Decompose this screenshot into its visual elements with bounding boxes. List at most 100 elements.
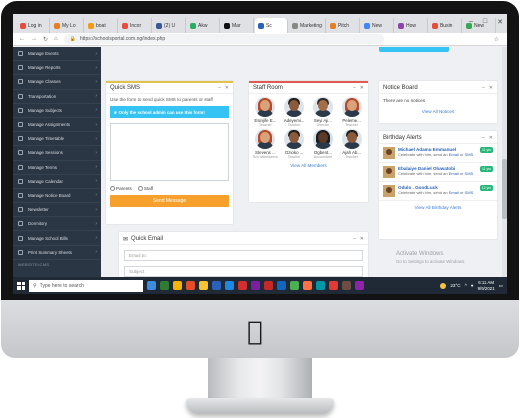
scrolled-button[interactable] <box>379 47 449 52</box>
browser-tab[interactable]: New <box>361 18 394 33</box>
staff-member[interactable]: Esinjife E... Teacher <box>251 97 280 127</box>
close-icon[interactable]: ✕ <box>360 85 364 91</box>
sidebar-item[interactable]: Manage Timetable › <box>13 132 101 147</box>
sidebar-item[interactable]: Manage Calendar › <box>13 175 101 189</box>
browser-tab[interactable]: Busin <box>429 18 462 33</box>
close-icon[interactable]: ✕ <box>225 85 229 91</box>
sidebar-item[interactable]: Manage Notice Board › <box>13 189 101 204</box>
browser-tab[interactable]: Log in <box>17 18 50 33</box>
browser-tab[interactable]: Mar <box>221 18 254 33</box>
sidebar-item[interactable]: Manage Reports › <box>13 61 101 76</box>
staff-member[interactable]: Stevens ... Sch Attendance <box>251 129 280 159</box>
address-bar[interactable]: 🔒 https://schoolsportal.com.ng/index.php <box>63 34 384 44</box>
subject-input[interactable]: Subject <box>124 266 363 277</box>
sidebar-item[interactable]: Manage Terms › <box>13 161 101 175</box>
view-all-members-link[interactable]: View All Members <box>249 163 368 168</box>
home-icon[interactable]: ⌂ <box>54 36 58 42</box>
notification-icon[interactable]: ▭ <box>499 283 503 289</box>
sidebar-item[interactable]: Transportation › <box>13 90 101 104</box>
browser-tab[interactable]: (2) U <box>153 18 186 33</box>
browser-tab[interactable]: My Lo <box>51 18 84 33</box>
taskbar-app-icon[interactable] <box>199 281 208 290</box>
collapse-icon[interactable]: – <box>353 236 356 242</box>
taskbar-app-icon[interactable] <box>329 281 338 290</box>
sidebar-item[interactable]: Print Summary Sheets › <box>13 246 101 260</box>
windows-start-icon[interactable] <box>17 281 25 290</box>
email-link[interactable]: Email <box>449 190 459 195</box>
close-icon[interactable]: ✕ <box>497 18 503 26</box>
scrollbar[interactable] <box>502 47 507 277</box>
taskbar-app-icon[interactable] <box>251 281 260 290</box>
staff-member[interactable]: Ajah Ab... Teacher <box>337 129 366 159</box>
collapse-icon[interactable]: – <box>218 85 221 91</box>
taskbar-app-icon[interactable] <box>225 281 234 290</box>
radio-parents[interactable]: Parents <box>110 186 132 192</box>
view-all-birthdays-link[interactable]: View All Birthday Alerts <box>379 205 497 210</box>
collapse-icon[interactable]: – <box>482 135 485 141</box>
back-icon[interactable]: ← <box>19 36 25 42</box>
sidebar-item[interactable]: Newsletter › <box>13 203 101 218</box>
sms-link[interactable]: SMS <box>465 190 474 195</box>
sms-link[interactable]: SMS <box>465 152 474 157</box>
close-icon[interactable]: ✕ <box>360 236 364 242</box>
email-to-input[interactable]: Email to: <box>124 250 363 261</box>
taskbar-app-icon[interactable] <box>264 281 273 290</box>
sms-message-textarea[interactable] <box>110 123 229 181</box>
sidebar-item[interactable]: Manage Assignments › <box>13 118 101 133</box>
staff-member[interactable]: Ogbent... Accountant <box>309 129 338 159</box>
taskbar-app-icon[interactable] <box>342 281 351 290</box>
sidebar-item[interactable]: Manage Events › <box>13 47 101 62</box>
browser-tab[interactable]: Pitch <box>327 18 360 33</box>
radio-staff[interactable]: Staff <box>137 186 153 192</box>
taskbar-app-icon[interactable] <box>303 281 312 290</box>
staff-member[interactable]: Ozioko ... Teacher <box>280 129 309 159</box>
taskbar-app-icon[interactable] <box>290 281 299 290</box>
tab-label: My Lo <box>62 22 76 29</box>
browser-tab[interactable]: boat <box>85 18 118 33</box>
clock[interactable]: 6:11 AM 9/9/2021 <box>478 280 495 292</box>
browser-tab[interactable]: Sc <box>255 18 288 33</box>
star-icon[interactable]: ☆ <box>494 36 499 43</box>
sidebar-item[interactable]: Manage School Bills › <box>13 231 101 246</box>
forward-icon[interactable]: → <box>31 36 37 42</box>
minimize-icon[interactable]: – <box>469 18 473 26</box>
close-icon[interactable]: ✕ <box>489 85 493 91</box>
staff-member[interactable]: Adeyemi... Teacher <box>280 97 309 127</box>
email-link[interactable]: Email <box>449 171 459 176</box>
browser-tab[interactable]: Akw <box>187 18 220 33</box>
collapse-icon[interactable]: – <box>353 85 356 91</box>
tray-arrow-icon[interactable]: ^ <box>465 283 467 288</box>
taskbar-app-icon[interactable] <box>212 281 221 290</box>
taskbar-search[interactable]: ⚲ Type here to search <box>29 279 143 292</box>
taskbar-app-icon[interactable] <box>277 281 286 290</box>
staff-avatar <box>341 97 362 117</box>
view-all-notices-link[interactable]: View All Notices <box>379 109 497 114</box>
scrollbar-thumb[interactable] <box>502 159 507 219</box>
chevron-right-icon: › <box>95 206 97 213</box>
sidebar-item[interactable]: Dormitory › <box>13 217 101 232</box>
browser-tab[interactable]: Incor <box>119 18 152 33</box>
taskbar-app-icon[interactable] <box>316 281 325 290</box>
close-icon[interactable]: ✕ <box>489 135 493 141</box>
taskbar-app-icon[interactable] <box>173 281 182 290</box>
taskbar-app-icon[interactable] <box>186 281 195 290</box>
browser-tab[interactable]: How <box>395 18 428 33</box>
taskbar-app-icon[interactable] <box>147 281 156 290</box>
staff-role: Teacher <box>345 123 359 127</box>
email-link[interactable]: Email <box>449 152 459 157</box>
browser-tab[interactable]: Marketing <box>289 18 326 33</box>
reload-icon[interactable]: ↻ <box>43 36 48 43</box>
taskbar-app-icon[interactable] <box>355 281 364 290</box>
staff-member[interactable]: Seyi Aji... Director <box>309 97 338 127</box>
send-message-button[interactable]: Send Message <box>110 195 229 208</box>
sidebar-item[interactable]: Manage Subjects › <box>13 104 101 118</box>
sidebar-item[interactable]: Manage Sessions › <box>13 146 101 161</box>
taskbar-app-icon[interactable] <box>160 281 169 290</box>
sms-link[interactable]: SMS <box>465 171 474 176</box>
taskbar-app-icon[interactable] <box>238 281 247 290</box>
maximize-icon[interactable]: □ <box>483 18 487 26</box>
sidebar-item[interactable]: Manage Classes › <box>13 75 101 90</box>
wifi-icon[interactable]: ● <box>471 283 474 288</box>
staff-member[interactable]: Peleme... Teacher <box>337 97 366 127</box>
collapse-icon[interactable]: – <box>482 85 485 91</box>
